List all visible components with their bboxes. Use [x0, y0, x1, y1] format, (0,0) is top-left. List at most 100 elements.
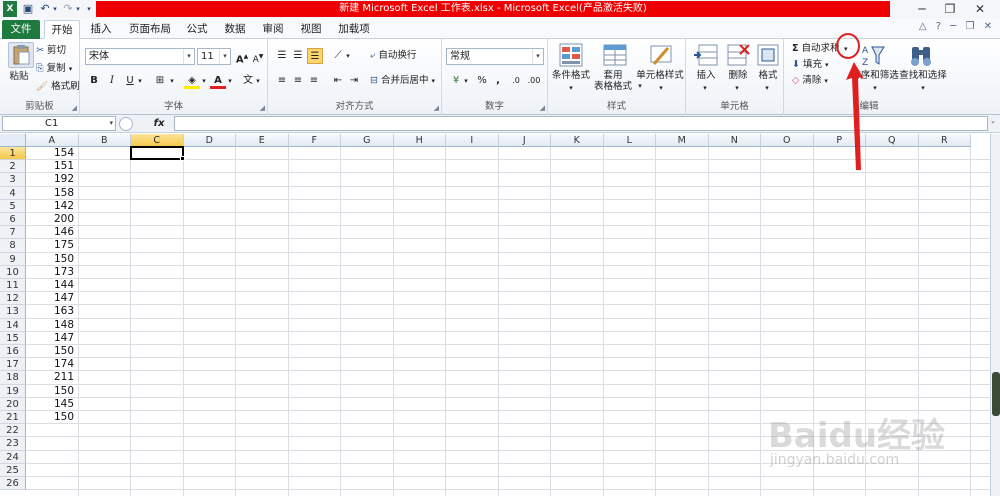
- cell-a21[interactable]: 150: [26, 411, 76, 424]
- column-header-a[interactable]: A: [26, 134, 79, 147]
- close-icon[interactable]: ✕: [966, 0, 994, 18]
- cell-a4[interactable]: 158: [26, 187, 76, 200]
- cell-styles-button[interactable]: 单元格样式: [636, 70, 684, 81]
- font-launcher-icon[interactable]: ◢: [260, 104, 265, 112]
- insert-dropdown-icon[interactable]: ▾: [700, 83, 710, 94]
- align-center-icon[interactable]: ≡: [290, 73, 306, 89]
- row-header-12[interactable]: 12: [0, 292, 26, 306]
- row-header-3[interactable]: 3: [0, 173, 26, 187]
- bold-button[interactable]: B: [86, 73, 102, 89]
- borders-icon[interactable]: ⊞: [152, 73, 168, 89]
- tab-file[interactable]: 文件: [2, 20, 40, 39]
- sort-filter-dropdown-icon[interactable]: ▾: [870, 83, 880, 94]
- cell-styles-dropdown-icon[interactable]: ▾: [656, 83, 666, 94]
- tab-insert[interactable]: 插入: [84, 20, 118, 39]
- redo-icon[interactable]: ↷: [61, 1, 75, 17]
- row-header-23[interactable]: 23: [0, 437, 26, 451]
- expand-formula-bar-icon[interactable]: ⌄: [988, 117, 998, 131]
- format-painter-button[interactable]: 🖌 格式刷: [36, 79, 80, 95]
- merge-center-button[interactable]: ⊟ 合并后居中 ▾: [370, 73, 435, 89]
- tab-review[interactable]: 审阅: [256, 20, 290, 39]
- vertical-scrollbar[interactable]: [990, 134, 1000, 496]
- italic-button[interactable]: I: [104, 73, 120, 89]
- fill-color-dropdown-icon[interactable]: ▾: [200, 73, 208, 89]
- tab-data[interactable]: 数据: [218, 20, 252, 39]
- format-dropdown-icon[interactable]: ▾: [762, 83, 772, 94]
- cell-a16[interactable]: 150: [26, 345, 76, 358]
- find-select-dropdown-icon[interactable]: ▾: [918, 83, 928, 94]
- column-header-i[interactable]: I: [446, 134, 499, 147]
- percent-button[interactable]: %: [474, 73, 490, 89]
- find-select-button[interactable]: 查找和选择: [898, 70, 948, 81]
- row-header-14[interactable]: 14: [0, 318, 26, 332]
- row-header-26[interactable]: 26: [0, 477, 26, 491]
- column-header-n[interactable]: N: [708, 134, 761, 147]
- format-cells-button[interactable]: 格式: [752, 70, 784, 81]
- delete-cells-icon[interactable]: [725, 42, 751, 68]
- minimize-ribbon-icon[interactable]: △: [919, 21, 927, 32]
- row-header-13[interactable]: 13: [0, 305, 26, 319]
- row-header-17[interactable]: 17: [0, 358, 26, 372]
- delete-dropdown-icon[interactable]: ▾: [732, 83, 742, 94]
- workbook-restore-icon[interactable]: ❐: [965, 21, 974, 32]
- cell-a7[interactable]: 146: [26, 226, 76, 239]
- row-header-2[interactable]: 2: [0, 160, 26, 174]
- row-header-4[interactable]: 4: [0, 186, 26, 200]
- conditional-formatting-icon[interactable]: [558, 42, 584, 68]
- column-header-b[interactable]: B: [78, 134, 131, 147]
- save-icon[interactable]: ▣: [21, 1, 35, 17]
- cell-a20[interactable]: 145: [26, 398, 76, 411]
- increase-decimal-icon[interactable]: .0: [508, 73, 524, 89]
- decrease-indent-icon[interactable]: ⇤: [330, 73, 346, 89]
- row-header-20[interactable]: 20: [0, 397, 26, 411]
- insert-cells-icon[interactable]: [693, 42, 719, 68]
- column-header-q[interactable]: Q: [866, 134, 919, 147]
- column-header-m[interactable]: M: [656, 134, 709, 147]
- cell-a3[interactable]: 192: [26, 173, 76, 186]
- cell-a8[interactable]: 175: [26, 239, 76, 252]
- column-header-l[interactable]: L: [603, 134, 656, 147]
- row-header-11[interactable]: 11: [0, 279, 26, 293]
- active-cell[interactable]: [130, 146, 184, 161]
- column-header-f[interactable]: F: [288, 134, 341, 147]
- row-header-8[interactable]: 8: [0, 239, 26, 253]
- cut-button[interactable]: ✂ 剪切: [36, 43, 66, 59]
- delete-cells-button[interactable]: 删除: [722, 70, 754, 81]
- redo-dropdown-icon[interactable]: ▾: [74, 1, 82, 17]
- row-header-7[interactable]: 7: [0, 226, 26, 240]
- row-header-19[interactable]: 19: [0, 384, 26, 398]
- align-left-icon[interactable]: ≡: [274, 73, 290, 89]
- cell-a12[interactable]: 147: [26, 292, 76, 305]
- minimize-icon[interactable]: ─: [908, 0, 936, 18]
- formula-bar-handle[interactable]: [119, 117, 133, 131]
- grow-font-icon[interactable]: A▲: [234, 49, 250, 65]
- column-header-o[interactable]: O: [761, 134, 814, 147]
- scrollbar-thumb[interactable]: [992, 372, 1000, 416]
- cell-a6[interactable]: 200: [26, 213, 76, 226]
- align-middle-icon[interactable]: ☰: [290, 48, 306, 64]
- autosum-button[interactable]: Σ 自动求和: [792, 41, 840, 57]
- fill-handle[interactable]: [179, 156, 185, 162]
- column-header-d[interactable]: D: [183, 134, 236, 147]
- workbook-minimize-icon[interactable]: ─: [950, 21, 956, 32]
- restore-icon[interactable]: ❐: [936, 0, 964, 18]
- row-header-15[interactable]: 15: [0, 331, 26, 345]
- format-cells-icon[interactable]: [755, 42, 781, 68]
- tab-page-layout[interactable]: 页面布局: [124, 20, 176, 39]
- number-launcher-icon[interactable]: ◢: [540, 104, 545, 112]
- copy-button[interactable]: ⎘ 复制 ▾: [36, 61, 72, 77]
- align-top-icon[interactable]: ☰: [274, 48, 290, 64]
- insert-function-button[interactable]: fx: [146, 116, 172, 131]
- customize-toolbar-icon[interactable]: ▾: [85, 1, 93, 17]
- cell-a10[interactable]: 173: [26, 266, 76, 279]
- name-box[interactable]: C1 ▾: [2, 116, 116, 131]
- font-color-dropdown-icon[interactable]: ▾: [226, 73, 234, 89]
- format-as-table-dropdown-icon[interactable]: ▾: [636, 81, 644, 92]
- help-icon[interactable]: ?: [936, 21, 941, 32]
- phonetic-dropdown-icon[interactable]: ▾: [254, 73, 262, 89]
- cell-a5[interactable]: 142: [26, 200, 76, 213]
- row-header-9[interactable]: 9: [0, 252, 26, 266]
- row-header-1[interactable]: 1: [0, 147, 26, 161]
- column-header-h[interactable]: H: [393, 134, 446, 147]
- column-header-j[interactable]: J: [498, 134, 551, 147]
